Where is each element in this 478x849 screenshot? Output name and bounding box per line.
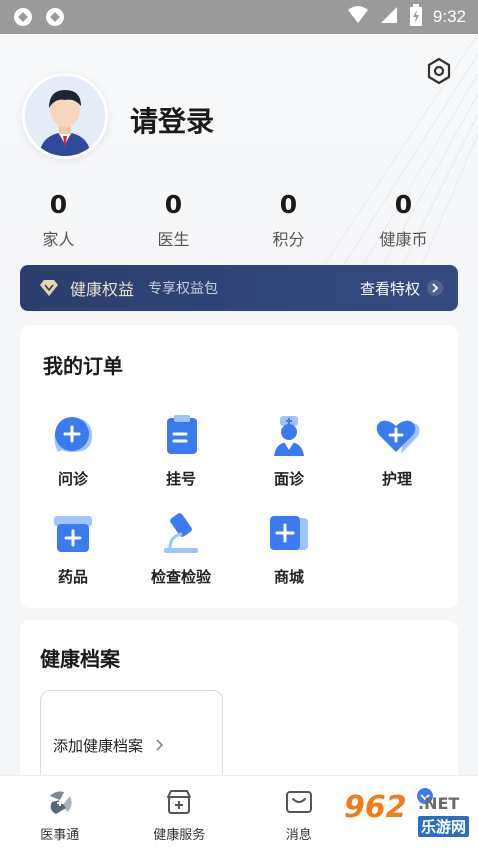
nav-yishitong[interactable]: 医事通 xyxy=(0,776,120,849)
stat-doctor[interactable]: 0 医生 xyxy=(116,190,231,250)
settings-icon[interactable] xyxy=(424,56,454,86)
order-label: 检查检验 xyxy=(150,568,211,586)
microscope-icon xyxy=(164,513,198,553)
add-record-label: 添加健康档案 xyxy=(53,736,144,755)
stat-value: 0 xyxy=(49,190,68,219)
heart-plus-icon xyxy=(376,420,420,454)
chevron-right-icon xyxy=(156,739,164,751)
rights-subtitle: 专享权益包 xyxy=(148,281,219,297)
stat-value: 0 xyxy=(394,190,413,219)
order-label: 护理 xyxy=(381,470,412,488)
health-rights-banner[interactable]: 健康权益 专享权益包 查看特权 xyxy=(20,265,458,311)
health-records-card: 健康档案 添加健康档案 xyxy=(20,620,458,800)
chevron-right-icon xyxy=(427,280,443,296)
wifi-icon xyxy=(347,5,369,29)
order-label: 问诊 xyxy=(57,470,88,488)
clipboard-icon xyxy=(167,415,197,454)
nav-label: 健康服务 xyxy=(153,828,206,843)
order-label: 药品 xyxy=(57,568,88,586)
watermark-cn: 乐游网 xyxy=(418,816,470,837)
stat-value: 0 xyxy=(164,190,183,219)
order-nursing[interactable]: 护理 xyxy=(347,410,447,489)
rights-title: 健康权益 xyxy=(70,280,135,299)
order-examination[interactable]: 检查检验 xyxy=(131,508,231,587)
watermark-logo: 962 .NET 乐游网 xyxy=(338,780,478,844)
order-mall[interactable]: 商城 xyxy=(239,508,339,587)
stat-family[interactable]: 0 家人 xyxy=(1,190,116,250)
stat-label: 积分 xyxy=(272,230,305,249)
order-consultation[interactable]: 问诊 xyxy=(23,410,123,489)
order-medicine[interactable]: 药品 xyxy=(23,508,123,587)
order-label: 商城 xyxy=(273,568,304,586)
watermark-net: .NET xyxy=(418,794,460,813)
view-privileges-link[interactable]: 查看特权 xyxy=(360,278,444,299)
gift-box-icon xyxy=(167,790,192,814)
status-bar: 9:32 xyxy=(0,0,478,34)
battery-icon xyxy=(409,4,423,30)
stat-label: 家人 xyxy=(42,230,75,249)
orders-title: 我的订单 xyxy=(43,354,123,378)
login-link[interactable]: 请登录 xyxy=(130,100,214,140)
nav-health-service[interactable]: 健康服务 xyxy=(120,776,240,849)
stat-label: 健康币 xyxy=(379,230,428,249)
nav-label: 医事通 xyxy=(40,828,80,843)
view-privileges-label: 查看特权 xyxy=(359,279,420,298)
stat-value: 0 xyxy=(279,190,298,219)
avatar[interactable] xyxy=(22,73,108,159)
doctor-icon xyxy=(274,416,304,456)
stat-points[interactable]: 0 积分 xyxy=(231,190,346,250)
avatar-icon xyxy=(25,76,105,156)
stats-row: 0 家人 0 医生 0 积分 0 健康币 xyxy=(0,190,478,250)
order-label: 挂号 xyxy=(165,470,196,488)
records-title: 健康档案 xyxy=(40,647,120,671)
message-icon xyxy=(285,791,312,813)
stat-coins[interactable]: 0 健康币 xyxy=(346,190,461,250)
medicine-box-icon xyxy=(54,516,92,552)
app-notification-icon xyxy=(12,6,34,28)
orders-card: 我的订单 问诊 挂号 面诊 护理 药品 检查检验 商城 xyxy=(20,325,458,608)
stat-label: 医生 xyxy=(157,230,190,249)
status-time: 9:32 xyxy=(432,7,466,26)
chat-plus-icon xyxy=(54,417,92,452)
diamond-icon xyxy=(40,280,58,296)
order-registration[interactable]: 挂号 xyxy=(131,410,231,489)
watermark-number: 962 xyxy=(344,790,407,825)
app-notification-icon xyxy=(44,6,66,28)
yishitong-logo-icon xyxy=(49,791,72,814)
order-label: 面诊 xyxy=(273,470,304,488)
signal-icon xyxy=(379,5,399,29)
shop-plus-icon xyxy=(270,516,308,550)
order-face-visit[interactable]: 面诊 xyxy=(239,410,339,489)
